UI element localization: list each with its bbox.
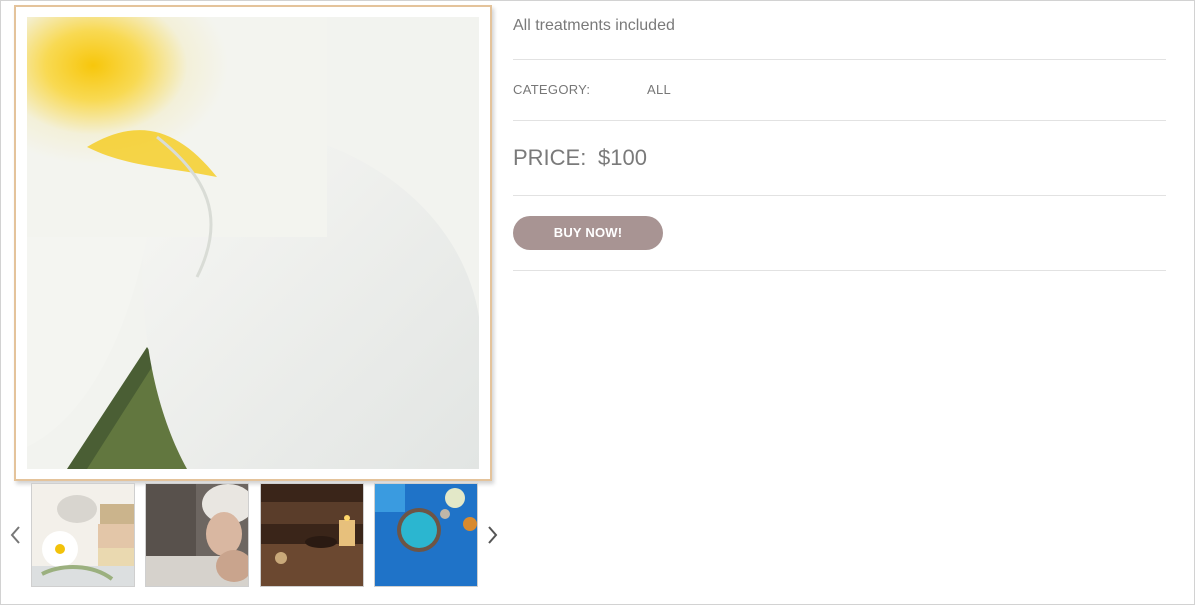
product-description: All treatments included xyxy=(513,17,675,34)
divider xyxy=(513,270,1166,271)
next-arrow-icon[interactable] xyxy=(482,523,502,547)
price-value: $100 xyxy=(598,145,647,170)
price-label: PRICE: xyxy=(513,145,587,170)
main-image-frame xyxy=(14,5,492,481)
category-label: CATEGORY: xyxy=(513,82,591,97)
main-product-image[interactable] xyxy=(27,17,479,469)
thumbnail-4[interactable] xyxy=(374,483,478,587)
product-panel: All treatments included CATEGORY: ALL PR… xyxy=(0,0,1195,605)
thumbnail-2[interactable] xyxy=(145,483,249,587)
divider xyxy=(513,59,1166,60)
buy-now-button[interactable]: BUY NOW! xyxy=(513,216,663,250)
thumbnail-1[interactable] xyxy=(31,483,135,587)
divider xyxy=(513,120,1166,121)
category-link[interactable]: ALL xyxy=(647,82,671,97)
prev-arrow-icon[interactable] xyxy=(6,523,26,547)
thumbnail-carousel xyxy=(1,483,511,589)
thumbnail-3[interactable] xyxy=(260,483,364,587)
divider xyxy=(513,195,1166,196)
